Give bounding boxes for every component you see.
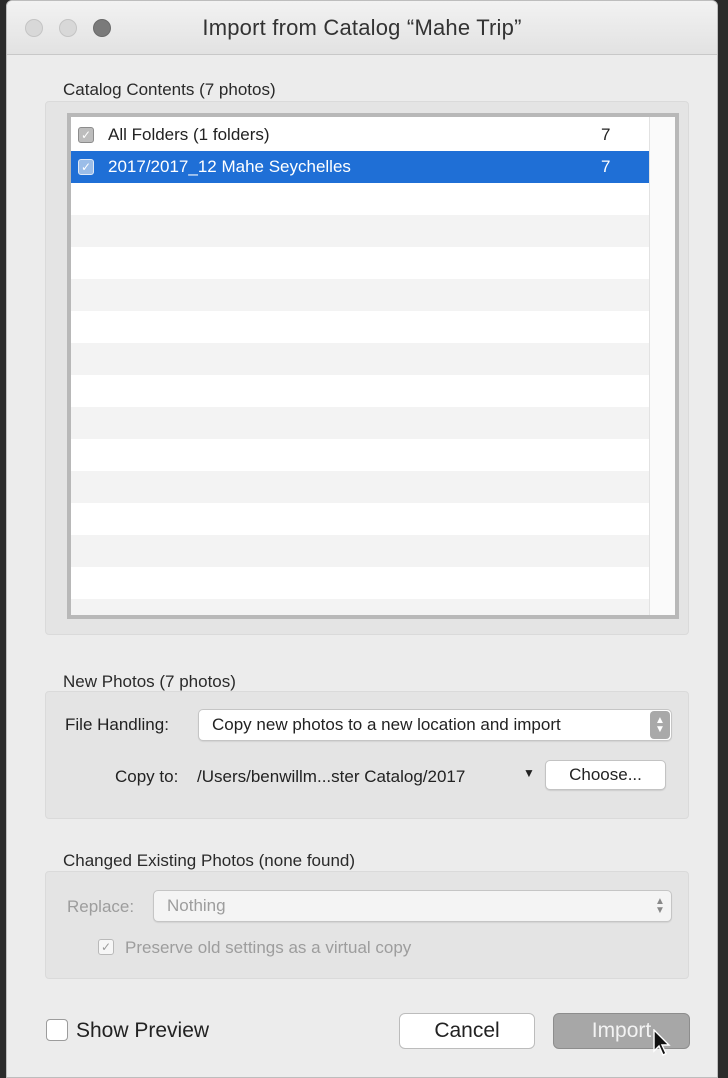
empty-list-row [71, 407, 651, 439]
window-title: Import from Catalog “Mahe Trip” [202, 15, 522, 40]
empty-list-row [71, 535, 651, 567]
empty-list-row [71, 215, 651, 247]
all-folders-checkbox[interactable]: ✓ [78, 127, 94, 143]
checkmark-icon: ✓ [80, 160, 92, 174]
mahe-seychelles-checkbox[interactable]: ✓ [78, 159, 94, 175]
empty-list-row [71, 183, 651, 215]
replace-label: Replace: [67, 897, 135, 916]
show-preview-label[interactable]: Show Preview [76, 1019, 209, 1043]
copy-to-label: Copy to: [115, 767, 179, 786]
list-item-all-folders[interactable]: ✓ All Folders (1 folders) 7 [71, 119, 651, 151]
dropdown-triangle-icon[interactable]: ▼ [523, 766, 535, 780]
catalog-contents-label: Catalog Contents (7 photos) [63, 80, 276, 99]
list-item-label: All Folders (1 folders) [108, 125, 270, 144]
preserve-virtual-copy-checkbox[interactable]: ✓ [98, 939, 114, 955]
empty-list-row [71, 567, 651, 599]
empty-list-row [71, 599, 651, 615]
list-scroll-track[interactable] [649, 117, 675, 615]
list-item-mahe-seychelles[interactable]: ✓ 2017/2017_12 Mahe Seychelles 7 [71, 151, 651, 183]
empty-list-row [71, 343, 651, 375]
stepper-arrows-icon: ▲ ▼ [655, 896, 665, 916]
empty-list-row [71, 247, 651, 279]
replace-value: Nothing [167, 896, 226, 915]
preserve-virtual-copy-label: Preserve old settings as a virtual copy [125, 938, 412, 957]
empty-list-row [71, 471, 651, 503]
catalog-folder-list[interactable]: ✓ All Folders (1 folders) 7 ✓ 2017/2017_… [67, 113, 679, 619]
file-handling-label: File Handling: [65, 715, 169, 734]
empty-list-row [71, 439, 651, 471]
title-bar: Import from Catalog “Mahe Trip” [7, 1, 717, 55]
list-item-label: 2017/2017_12 Mahe Seychelles [108, 157, 351, 176]
empty-list-row [71, 311, 651, 343]
mouse-pointer-icon [653, 1029, 671, 1056]
cancel-button[interactable]: Cancel [399, 1013, 535, 1049]
import-dialog-window: Import from Catalog “Mahe Trip” Catalog … [6, 0, 718, 1078]
changed-existing-label: Changed Existing Photos (none found) [63, 851, 356, 870]
checkmark-icon: ✓ [100, 940, 112, 954]
replace-select[interactable]: Nothing ▲ ▼ [153, 890, 672, 922]
copy-to-path[interactable]: /Users/benwillm...ster Catalog/2017 [197, 767, 465, 787]
list-item-count: 7 [601, 157, 611, 176]
file-handling-select[interactable]: Copy new photos to a new location and im… [198, 709, 672, 741]
checkmark-icon: ✓ [80, 128, 92, 142]
empty-list-row [71, 503, 651, 535]
changed-existing-panel [45, 871, 689, 979]
empty-list-row [71, 375, 651, 407]
empty-list-row [71, 279, 651, 311]
show-preview-checkbox[interactable] [46, 1019, 68, 1041]
choose-button[interactable]: Choose... [545, 760, 666, 790]
new-photos-label: New Photos (7 photos) [63, 672, 236, 691]
list-item-count: 7 [601, 125, 611, 144]
stepper-arrows-icon: ▲ ▼ [650, 711, 670, 739]
file-handling-value: Copy new photos to a new location and im… [212, 715, 561, 734]
